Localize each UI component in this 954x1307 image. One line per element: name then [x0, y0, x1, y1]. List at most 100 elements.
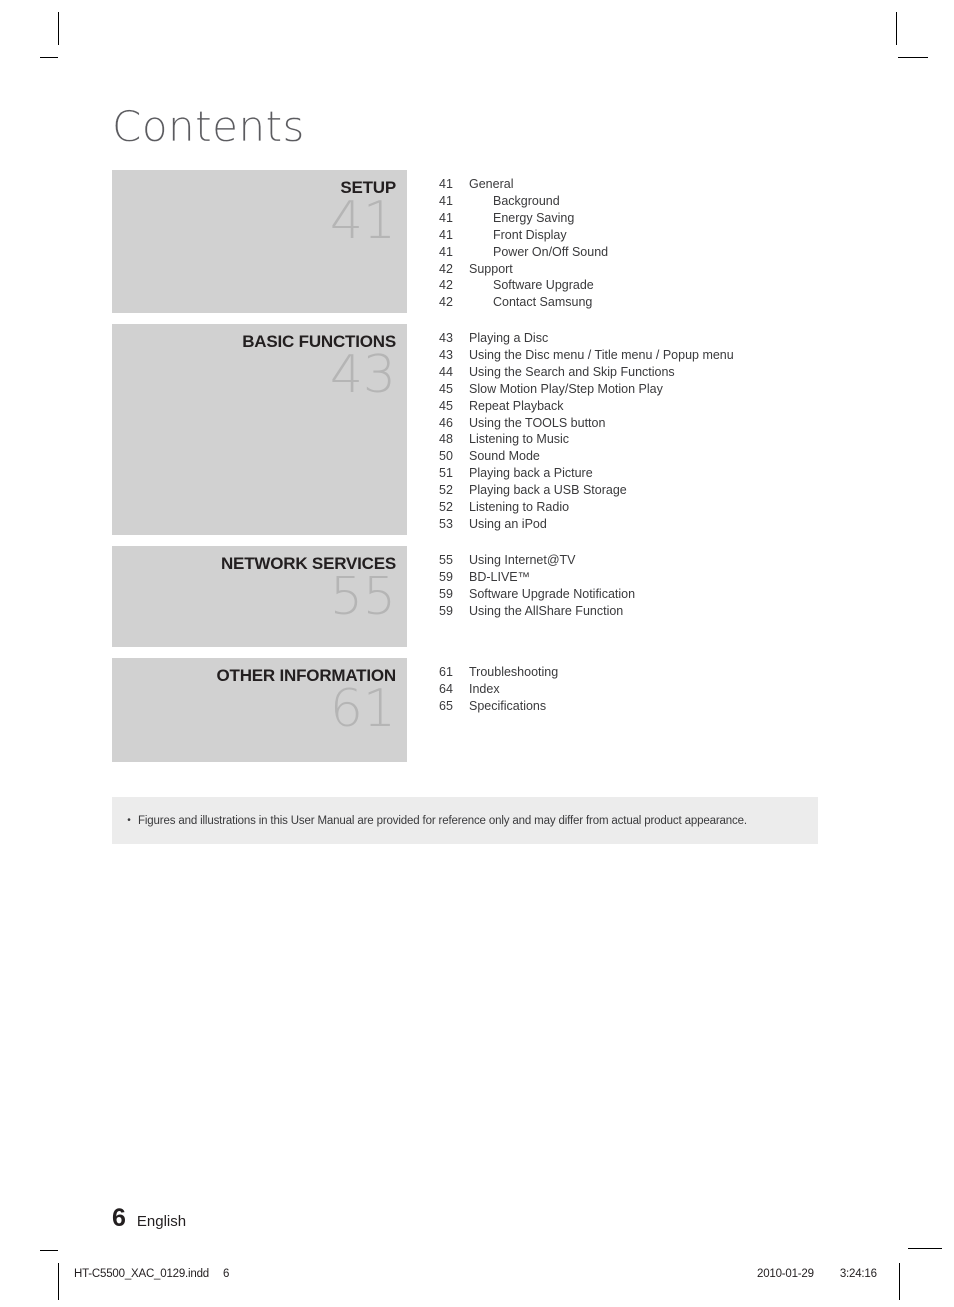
toc-entry[interactable]: 51 Playing back a Picture [439, 465, 954, 482]
toc-entry[interactable]: 65 Specifications [439, 698, 954, 715]
toc-entry-title: Playing a Disc [469, 331, 549, 345]
crop-mark-bottom-right-horizontal [908, 1248, 942, 1249]
toc-entry[interactable]: 41 Energy Saving [439, 210, 954, 227]
toc-entry-page: 64 [439, 681, 453, 696]
toc-entry-title: Sound Mode [469, 449, 540, 464]
toc-section-setup: SETUP 41 41 General 41 Background 41 Energy… [0, 170, 954, 313]
toc-entry-page: 41 [439, 193, 453, 208]
note-text: Figures and illustrations in this User M… [138, 814, 747, 827]
toc-entry[interactable]: 61 Troubleshooting [439, 664, 954, 681]
toc-entry-title: Background [493, 193, 560, 208]
toc-entry-page: 65 [439, 698, 453, 713]
toc-entry-title: Using Internet@TV [469, 553, 576, 567]
toc-entry[interactable]: 41 General [439, 176, 954, 193]
toc-entry[interactable]: 42 Contact Samsung [439, 294, 954, 311]
toc-entry-page: 61 [439, 665, 453, 679]
toc-entry-page: 42 [439, 295, 453, 310]
toc-entry-page: 41 [439, 227, 453, 242]
crop-mark-bottom-left-vertical [58, 1263, 59, 1300]
toc-entry[interactable]: 52 Playing back a USB Storage [439, 482, 954, 499]
page-title: Contents [112, 102, 305, 151]
print-file-page: 6 [222, 1268, 230, 1280]
toc-entry-title: Power On/Off Sound [493, 244, 609, 259]
toc-section-basic-functions: BASIC FUNCTIONS 43 43 Playing a Disc 43 Us… [0, 324, 954, 535]
note-box: • Figures and illustrations in this User… [112, 797, 818, 844]
toc-entry[interactable]: 41 Power On/Off Sound [439, 244, 954, 261]
toc-entry-title: Contact Samsung [493, 295, 593, 310]
toc-entry-title: Front Display [493, 227, 567, 242]
section-entry-list: 61 Troubleshooting 64 Index 65 Specificatio… [439, 658, 954, 715]
toc-entry[interactable]: 42 Support [439, 261, 954, 278]
toc-entry-page: 53 [439, 516, 453, 531]
section-start-page: 55 [329, 567, 396, 627]
toc-entry[interactable]: 64 Index [439, 681, 954, 698]
section-header-box: OTHER INFORMATION 61 [112, 658, 407, 762]
toc-entry-title: Using an iPod [469, 516, 547, 531]
toc-entry-title: Specifications [469, 698, 547, 713]
toc-entry[interactable]: 42 Software Upgrade [439, 277, 954, 294]
toc-entry-page: 55 [439, 553, 453, 567]
toc-entry-page: 41 [439, 244, 453, 259]
toc-section-other-information: OTHER INFORMATION 61 61 Troubleshooting 6… [0, 658, 954, 762]
toc-entry-page: 42 [439, 278, 453, 293]
toc-entry[interactable]: 59 Using the AllShare Function [439, 603, 954, 620]
toc-entry[interactable]: 50 Sound Mode [439, 448, 954, 465]
toc-entry[interactable]: 48 Listening to Music [439, 431, 954, 448]
toc-entry-title: Playing back a USB Storage [469, 483, 627, 498]
toc-entry-title: Index [469, 681, 500, 696]
toc-entry-title: Listening to Radio [469, 500, 570, 515]
crop-mark-bottom-left-horizontal [40, 1250, 58, 1251]
toc-entry-page: 41 [439, 210, 453, 225]
toc-entry[interactable]: 43 Playing a Disc [439, 330, 954, 347]
toc-entry[interactable]: 45 Slow Motion Play/Step Motion Play [439, 381, 954, 398]
print-date: 2010-01-29 [757, 1268, 814, 1280]
page-number: 6 [112, 1204, 126, 1232]
toc-entry[interactable]: 41 Front Display [439, 227, 954, 244]
toc-entry-title: Using the AllShare Function [469, 603, 624, 618]
toc-entry-title: Playing back a Picture [469, 466, 593, 481]
page-footer: 6 English [112, 1206, 186, 1231]
crop-mark-top-left-vertical [58, 12, 59, 45]
toc-entry-title: BD-LIVE™ [469, 569, 531, 584]
section-entry-list: 43 Playing a Disc 43 Using the Disc menu /… [439, 324, 954, 533]
section-header-box: SETUP 41 [112, 170, 407, 313]
toc-entry-page: 41 [439, 177, 453, 191]
toc-entry[interactable]: 46 Using the TOOLS button [439, 415, 954, 432]
bullet-icon: • [127, 814, 131, 826]
toc-entry-page: 43 [439, 331, 453, 345]
toc-entry[interactable]: 43 Using the Disc menu / Title menu / Pop… [439, 347, 954, 364]
section-entry-list: 55 Using Internet@TV 59 BD-LIVE™ 59 Softwar… [439, 546, 954, 620]
toc-section-network-services: NETWORK SERVICES 55 55 Using Internet@TV … [0, 546, 954, 647]
toc-entry[interactable]: 53 Using an iPod [439, 516, 954, 533]
toc-entry-title: General [469, 177, 514, 191]
toc-entry-title: Using the Search and Skip Functions [469, 364, 675, 379]
toc-entry[interactable]: 59 BD-LIVE™ [439, 569, 954, 586]
toc-entry[interactable]: 44 Using the Search and Skip Functions [439, 364, 954, 381]
print-time: 3:24:16 [839, 1268, 877, 1280]
section-start-page: 41 [329, 191, 396, 251]
toc-entry-page: 45 [439, 398, 453, 413]
toc-entry-page: 45 [439, 381, 453, 396]
toc-entry-page: 52 [439, 483, 453, 498]
toc-entry[interactable]: 45 Repeat Playback [439, 398, 954, 415]
toc-entry-title: Listening to Music [469, 432, 570, 447]
toc-entry-page: 59 [439, 569, 453, 584]
toc-entry[interactable]: 41 Background [439, 193, 954, 210]
toc-entry-title: Troubleshooting [469, 665, 559, 679]
toc-entry-title: Software Upgrade [493, 278, 594, 293]
toc-entry-title: Using the Disc menu / Title menu / Popup… [469, 347, 734, 362]
toc-entry-title: Support [469, 261, 513, 276]
toc-entry-page: 48 [439, 432, 453, 447]
toc-entry-page: 52 [439, 500, 453, 515]
toc-entry[interactable]: 55 Using Internet@TV [439, 552, 954, 569]
crop-mark-bottom-right-vertical [899, 1263, 900, 1300]
crop-mark-top-left-horizontal [40, 57, 58, 58]
toc-entry[interactable]: 52 Listening to Radio [439, 499, 954, 516]
print-timestamp: 2010-01-29 3:24:16 [757, 1268, 877, 1280]
print-file-name-text: HT-C5500_XAC_0129.indd [74, 1268, 209, 1280]
toc-entry-page: 42 [439, 261, 453, 276]
section-start-page: 43 [329, 345, 396, 405]
toc-entry-page: 50 [439, 449, 453, 464]
toc-entry[interactable]: 59 Software Upgrade Notification [439, 586, 954, 603]
toc-entry-page: 46 [439, 415, 453, 430]
